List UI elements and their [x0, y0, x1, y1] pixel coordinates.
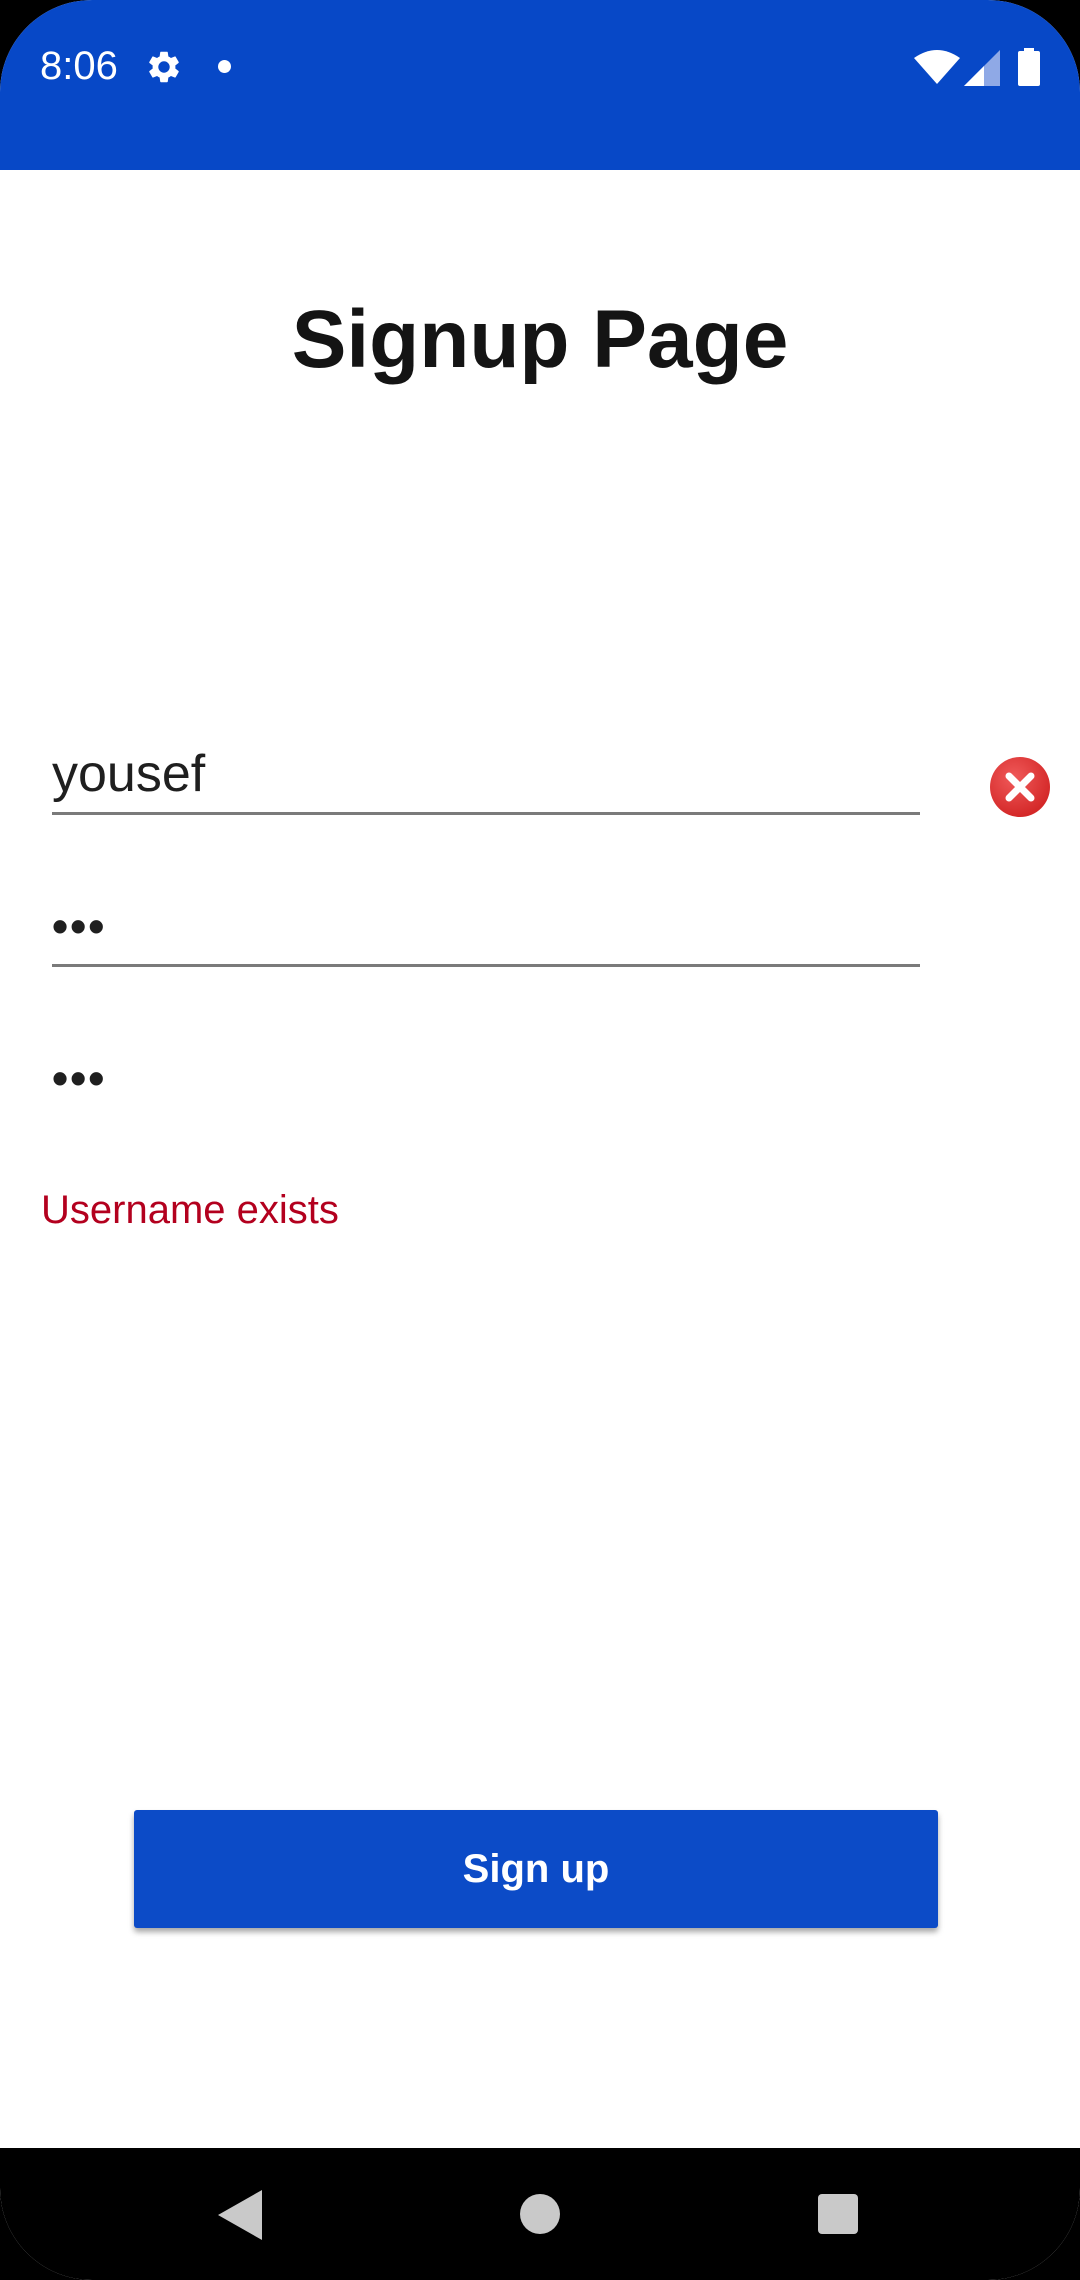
signup-screen: 8:06 Signup Page yousef ••• ••• Username…	[0, 0, 1080, 2280]
battery-icon	[1018, 48, 1040, 86]
home-circle-icon[interactable]	[520, 2194, 560, 2234]
gear-icon	[149, 51, 179, 83]
username-field[interactable]: yousef	[52, 736, 920, 815]
navigation-bar	[0, 2148, 1080, 2280]
status-time: 8:06	[40, 44, 118, 88]
confirm-password-field[interactable]: •••	[52, 1040, 920, 1116]
cellular-signal-icon	[964, 50, 1000, 86]
error-message: Username exists	[41, 1188, 339, 1232]
status-bar: 8:06	[0, 0, 1080, 170]
password-field[interactable]: •••	[52, 888, 920, 967]
page-title: Signup Page	[291, 294, 789, 385]
back-triangle-icon[interactable]	[218, 2190, 262, 2240]
notification-dot-icon	[218, 60, 231, 73]
signup-button[interactable]: Sign up	[134, 1810, 938, 1928]
error-circle-x-icon	[990, 757, 1050, 817]
recents-square-icon[interactable]	[818, 2194, 858, 2234]
wifi-icon	[914, 50, 960, 84]
